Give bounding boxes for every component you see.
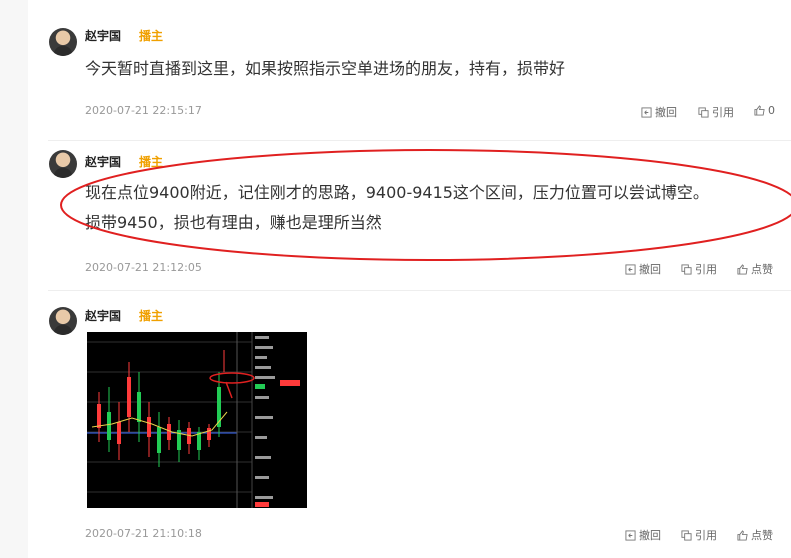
revoke-label: 撤回 bbox=[639, 529, 661, 542]
post-1: 赵宇国 播主 今天暂时直播到这里，如果按照指示空单进场的朋友，持有，损带好 20… bbox=[28, 0, 791, 140]
quote-icon bbox=[698, 106, 709, 118]
chart-svg bbox=[87, 332, 300, 508]
left-rail bbox=[0, 0, 28, 558]
undo-icon bbox=[625, 263, 636, 275]
thumbs-up-icon bbox=[737, 263, 748, 275]
thumbs-up-icon bbox=[737, 529, 748, 541]
like-button[interactable]: 0 bbox=[754, 104, 775, 117]
like-label: 点赞 bbox=[751, 529, 773, 542]
chart-screenshot-image[interactable] bbox=[87, 332, 307, 508]
revoke-button[interactable]: 撤回 bbox=[625, 527, 661, 543]
thumbs-up-icon bbox=[754, 105, 765, 116]
undo-icon bbox=[625, 529, 636, 541]
author-avatar[interactable] bbox=[49, 28, 77, 56]
host-badge: 播主 bbox=[139, 29, 164, 43]
post-timestamp: 2020-07-21 21:10:18 bbox=[85, 527, 202, 540]
host-badge: 播主 bbox=[139, 309, 164, 323]
quote-icon bbox=[681, 263, 692, 275]
quote-button[interactable]: 引用 bbox=[698, 104, 734, 120]
revoke-label: 撤回 bbox=[655, 106, 677, 119]
post-2: 赵宇国 播主 现在点位9400附近，记住刚才的思路，9400-9415这个区间，… bbox=[28, 140, 791, 290]
quote-icon bbox=[681, 529, 692, 541]
quote-label: 引用 bbox=[695, 529, 717, 542]
author-name[interactable]: 赵宇国 bbox=[85, 307, 121, 324]
highlight-ellipse bbox=[60, 149, 791, 261]
post-3: 赵宇国 播主 2020-07-21 21:10:18 撤回 引用 点赞 bbox=[28, 290, 791, 558]
post-timestamp: 2020-07-21 22:15:17 bbox=[85, 104, 202, 117]
revoke-button[interactable]: 撤回 bbox=[641, 104, 677, 120]
quote-label: 引用 bbox=[712, 106, 734, 119]
post-text: 今天暂时直播到这里，如果按照指示空单进场的朋友，持有，损带好 bbox=[85, 59, 566, 78]
quote-button[interactable]: 引用 bbox=[681, 527, 717, 543]
like-count: 0 bbox=[768, 104, 775, 117]
author-avatar[interactable] bbox=[49, 307, 77, 335]
author-name[interactable]: 赵宇国 bbox=[85, 27, 121, 44]
like-button[interactable]: 点赞 bbox=[737, 527, 773, 543]
undo-icon bbox=[641, 106, 652, 118]
